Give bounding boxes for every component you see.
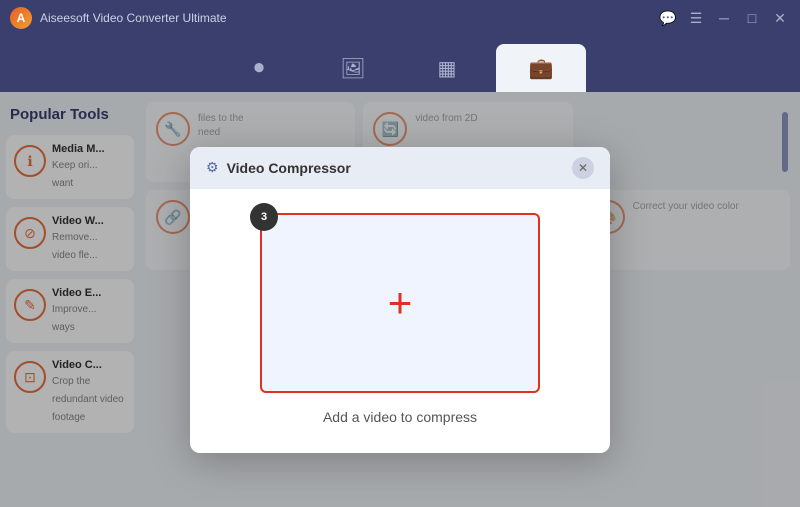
modal-header: ⚙ Video Compressor ✕ — [190, 147, 610, 189]
app-logo: A — [10, 7, 32, 29]
nav-item-convert[interactable]: ⏺ — [214, 44, 304, 92]
video-compressor-modal: ⚙ Video Compressor ✕ 3 + Add a video to … — [190, 147, 610, 453]
main-area: Popular Tools ℹ Media M... Keep ori...wa… — [0, 92, 800, 507]
nav-bar: ⏺ 🖼 ▦ 💼 — [0, 36, 800, 92]
modal-title: Video Compressor — [227, 160, 564, 176]
modal-overlay: ⚙ Video Compressor ✕ 3 + Add a video to … — [0, 92, 800, 507]
app-title: Aiseesoft Video Converter Ultimate — [40, 11, 227, 25]
modal-body: 3 + Add a video to compress — [190, 189, 610, 453]
enhance-icon: 🖼 — [340, 56, 365, 81]
modal-close-button[interactable]: ✕ — [572, 157, 594, 179]
close-icon[interactable]: ✕ — [770, 8, 790, 28]
maximize-icon[interactable]: □ — [742, 8, 762, 28]
chat-icon[interactable]: 💬 — [658, 8, 678, 28]
nav-item-edit[interactable]: ▦ — [402, 44, 492, 92]
drop-zone-label: Add a video to compress — [323, 409, 477, 425]
convert-icon: ⏺ — [254, 57, 264, 80]
toolbox-icon: 💼 — [529, 56, 554, 81]
nav-item-enhance[interactable]: 🖼 — [308, 44, 398, 92]
nav-item-toolbox[interactable]: 💼 — [496, 44, 586, 92]
edit-icon: ▦ — [438, 56, 457, 81]
menu-icon[interactable]: ☰ — [686, 8, 706, 28]
drop-zone-wrapper: 3 + — [260, 213, 540, 393]
drop-zone-badge: 3 — [250, 203, 278, 231]
window-controls: 💬 ☰ ─ □ ✕ — [658, 8, 790, 28]
title-bar: A Aiseesoft Video Converter Ultimate 💬 ☰… — [0, 0, 800, 36]
minimize-icon[interactable]: ─ — [714, 8, 734, 28]
drop-zone[interactable]: + — [260, 213, 540, 393]
add-video-plus-icon: + — [388, 282, 413, 324]
modal-header-icon: ⚙ — [206, 159, 219, 176]
